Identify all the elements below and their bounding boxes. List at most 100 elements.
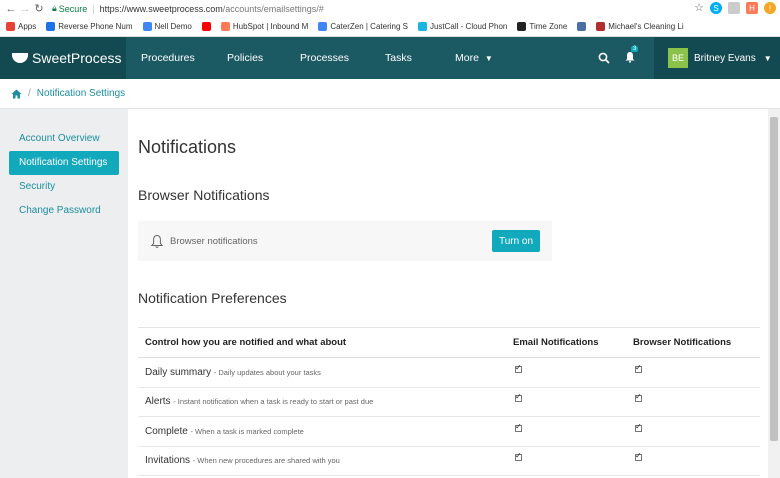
email-notification-checkbox[interactable] [515, 422, 522, 432]
browser-notification-checkbox[interactable] [635, 451, 642, 462]
bookmark-item[interactable]: Reverse Phone Num [46, 22, 133, 31]
bookmarks-bar: Apps Reverse Phone Num Nell Demo HubSpot | … [0, 17, 780, 37]
preference-name: Invitations [145, 455, 191, 467]
browser-notification-checkbox[interactable] [635, 392, 642, 403]
email-notification-checkbox[interactable] [515, 363, 522, 373]
bookmark-label: Apps [18, 22, 37, 31]
user-menu[interactable]: BE Britney Evans ▼ [654, 37, 780, 79]
chevron-down-icon: ▼ [763, 53, 772, 63]
preference-name: Complete [145, 425, 188, 437]
column-header-control: Control how you are notified and what ab… [138, 327, 506, 358]
notifications-bell-icon[interactable]: 3 [624, 45, 639, 66]
breadcrumb: / Notification Settings [0, 79, 780, 109]
table-row: Daily summary - Daily updates about your… [138, 357, 760, 388]
bookmark-item[interactable]: CaterZen | Catering S [318, 22, 408, 31]
cast-extension-icon[interactable] [728, 2, 740, 14]
email-notification-checkbox[interactable] [515, 392, 522, 403]
preference-description: - When new procedures are shared with yo… [192, 456, 340, 466]
browser-notification-checkbox[interactable] [635, 422, 642, 432]
bookmark-favicon-icon [577, 22, 587, 31]
bookmark-item[interactable]: Nell Demo [142, 22, 192, 31]
nav-processes[interactable]: Processes [300, 52, 349, 64]
sidebar-item-notification-settings[interactable]: Notification Settings [9, 151, 119, 175]
hubspot-extension-icon[interactable]: H [746, 2, 758, 14]
nav-more[interactable]: More ▼ [455, 52, 493, 64]
table-header-row: Control how you are notified and what ab… [138, 327, 760, 358]
forward-arrow-icon[interactable]: → [18, 3, 32, 15]
bookmark-favicon-icon [517, 22, 527, 31]
notification-preferences-heading: Notification Preferences [138, 290, 287, 306]
browser-notifications-heading: Browser Notifications [138, 187, 270, 203]
table-row: Invitations - When new procedures are sh… [138, 446, 760, 476]
bookmark-favicon-icon [596, 22, 606, 31]
reload-icon[interactable]: ↻ [32, 2, 46, 15]
bookmark-item[interactable]: Time Zone [517, 22, 567, 31]
column-header-email: Email Notifications [506, 327, 626, 358]
bookmark-item[interactable]: Michael's Cleaning Li [596, 22, 684, 31]
page-title: Notifications [138, 137, 237, 157]
apps-bookmark[interactable]: Apps [6, 22, 36, 31]
bookmark-favicon-icon [46, 22, 56, 31]
turn-on-button[interactable]: Turn on [492, 230, 540, 252]
search-icon[interactable] [598, 52, 610, 64]
email-notification-cell [506, 416, 626, 447]
breadcrumb-current[interactable]: Notification Settings [37, 88, 125, 99]
preference-cell: Complete - When a task is marked complet… [138, 416, 506, 447]
apps-grid-icon [6, 22, 15, 31]
sidebar-item-security[interactable]: Security [9, 175, 119, 199]
bookmark-item[interactable]: JustCall - Cloud Phon [417, 22, 508, 31]
nav-procedures[interactable]: Procedures [141, 52, 195, 64]
scrollbar-thumb[interactable] [770, 117, 778, 441]
nav-tasks[interactable]: Tasks [385, 52, 412, 64]
back-arrow-icon[interactable]: ← [4, 3, 18, 15]
lock-icon: 🔒︎ [52, 3, 57, 13]
url-host: https://www.sweetprocess.com [99, 3, 223, 14]
nav-policies[interactable]: Policies [227, 52, 263, 64]
avatar: BE [668, 48, 688, 68]
bookmark-label: Michael's Cleaning Li [608, 22, 684, 31]
extensions-area: ☆ S H ! [694, 2, 776, 14]
table-row: Alerts - Instant notification when a tas… [138, 387, 760, 417]
bookmark-item[interactable] [201, 22, 211, 31]
app-logo[interactable]: SweetProcess [0, 37, 126, 79]
bookmark-favicon-icon [220, 22, 230, 31]
bookmark-label: Time Zone [529, 22, 568, 31]
url-separator: | [92, 3, 95, 14]
preference-description: - Daily updates about your tasks [213, 367, 321, 377]
notification-count-badge: 3 [631, 45, 639, 52]
preference-cell: Daily summary - Daily updates about your… [138, 357, 506, 388]
preference-description: - When a task is marked complete [190, 426, 304, 436]
secure-label: Secure [58, 3, 88, 14]
app-header: SweetProcess Procedures Policies Process… [0, 37, 780, 79]
user-name: Britney Evans [694, 52, 756, 64]
secure-indicator[interactable]: 🔒︎ Secure [52, 3, 87, 14]
bookmark-label: JustCall - Cloud Phon [429, 22, 508, 31]
bell-icon [150, 234, 164, 248]
email-notification-cell [506, 387, 626, 417]
bookmark-item[interactable] [577, 22, 587, 31]
skype-extension-icon[interactable]: S [710, 2, 722, 14]
home-icon[interactable] [11, 89, 22, 99]
browser-notifications-box: Browser notifications Turn on [138, 221, 552, 261]
bookmark-label: Nell Demo [154, 22, 192, 31]
chevron-down-icon: ▼ [484, 54, 493, 63]
teacup-logo-icon [12, 53, 28, 63]
email-notification-checkbox[interactable] [515, 451, 522, 462]
sidebar-item-change-password[interactable]: Change Password [9, 199, 119, 223]
preference-description: - Instant notification when a task is re… [173, 397, 374, 407]
bookmark-favicon-icon [201, 22, 211, 31]
logo-text: SweetProcess [32, 50, 122, 66]
url-path: /accounts/emailsettings/# [222, 3, 324, 14]
page-scrollbar[interactable] [768, 109, 780, 478]
browser-notification-checkbox[interactable] [635, 363, 642, 373]
column-header-browser: Browser Notifications [626, 327, 760, 358]
sidebar-item-account-overview[interactable]: Account Overview [9, 127, 119, 151]
alert-extension-icon[interactable]: ! [764, 2, 776, 14]
bookmark-item[interactable]: HubSpot | Inbound M [220, 22, 308, 31]
table-row: Complete - When a task is marked complet… [138, 416, 760, 447]
browser-notification-cell [626, 357, 760, 388]
star-icon[interactable]: ☆ [694, 2, 704, 14]
bookmark-favicon-icon [318, 22, 328, 31]
header-icons: 3 [598, 37, 639, 79]
address-bar[interactable]: https://www.sweetprocess.com/accounts/em… [100, 4, 324, 14]
